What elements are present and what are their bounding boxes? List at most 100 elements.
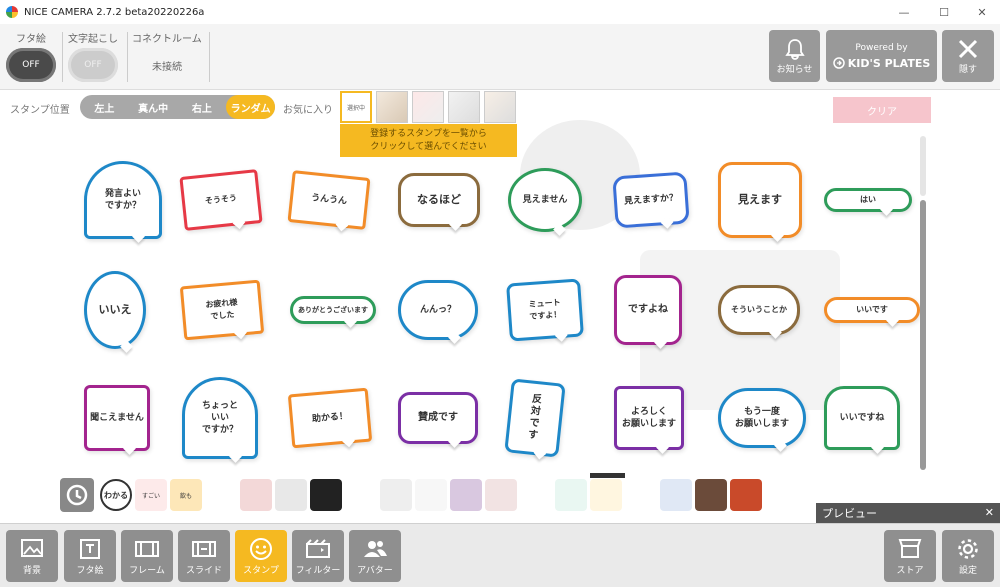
tray-stamp-thumbnail[interactable] (660, 479, 692, 511)
stamp-item[interactable]: いいです (824, 297, 920, 323)
tray-stamp-thumbnail[interactable] (555, 479, 587, 511)
stamp-item[interactable]: 賛成です (398, 392, 478, 444)
tray-stamp-label: すごい (141, 492, 160, 500)
kids-plates-button[interactable]: Powered by KID'S PLATES (826, 30, 937, 82)
frame-icon (135, 540, 159, 557)
stamp-item[interactable]: ミュート ですよ！ (506, 278, 584, 342)
position-center[interactable]: 真ん中 (129, 95, 178, 119)
tray-stamp-thumbnail[interactable] (485, 479, 517, 511)
tray-stamp-label: わかる (104, 490, 128, 500)
stamp-item[interactable]: ちょっと いい ですか？ (182, 377, 258, 459)
app-logo-icon (6, 6, 18, 18)
stamp-tray: わかる すごい 飲も (60, 473, 820, 517)
stamp-item[interactable]: なるほど (398, 173, 480, 227)
tray-stamp-thumbnail[interactable] (695, 479, 727, 511)
tray-stamp-thumbnail[interactable] (380, 479, 412, 511)
stamp-item[interactable]: そういうことか (718, 285, 800, 335)
favorite-slot[interactable]: 選択中 (340, 91, 372, 123)
nav-filter[interactable]: フィルター (292, 530, 344, 582)
bell-icon (784, 38, 805, 60)
stamp-text: 発言よい ですか？ (104, 189, 141, 211)
connect-label: コネクトルーム (132, 34, 202, 45)
stamp-item[interactable]: はい (824, 188, 912, 212)
nav-slide[interactable]: スライド (178, 530, 230, 582)
store-button[interactable]: ストア (884, 530, 936, 582)
tray-stamp-thumbnail[interactable]: 飲も (170, 479, 202, 511)
stamp-text: 反 対 で す (527, 393, 543, 442)
stamp-item[interactable]: 見えません (508, 168, 582, 232)
tray-stamp-thumbnail[interactable] (450, 479, 482, 511)
nav-stamp[interactable]: スタンプ (235, 530, 287, 582)
favorite-slot[interactable] (448, 91, 480, 123)
stamp-text: 見えますか？ (623, 193, 679, 207)
nav-lid[interactable]: フタ絵 (64, 530, 116, 582)
favorite-slot[interactable] (412, 91, 444, 123)
lid-toggle[interactable]: OFF (6, 48, 56, 82)
gear-icon (958, 538, 978, 559)
history-button[interactable] (60, 478, 94, 512)
close-window-button[interactable]: ✕ (966, 0, 998, 24)
hide-label: 隠す (958, 64, 977, 75)
tray-indicator (590, 473, 625, 478)
tray-stamp-thumbnail[interactable]: わかる (100, 479, 132, 511)
stamp-item[interactable]: お疲れ様 でした (179, 279, 265, 341)
divider (209, 32, 210, 82)
tray-stamp-label: 飲も (179, 492, 192, 500)
favorite-slot[interactable] (484, 91, 516, 123)
connect-status: 未接続 (152, 62, 182, 73)
tray-stamp-thumbnail[interactable] (240, 479, 272, 511)
stamp-text: ミュート ですよ！ (528, 297, 562, 322)
tray-stamp-thumbnail[interactable] (730, 479, 762, 511)
scrollbar-thumb[interactable] (920, 200, 926, 470)
hide-button[interactable]: 隠す (942, 30, 994, 82)
tray-stamp-thumbnail[interactable] (275, 479, 307, 511)
stamp-item[interactable]: 助かる！ (287, 387, 373, 449)
tray-stamp-thumbnail[interactable] (345, 479, 377, 511)
tray-stamp-thumbnail[interactable] (520, 479, 552, 511)
tray-stamp-thumbnail[interactable] (590, 479, 622, 511)
position-top-right[interactable]: 右上 (178, 95, 227, 119)
stamp-text: もう一度 お願いします (734, 407, 789, 429)
minimize-button[interactable]: — (888, 0, 920, 24)
notice-button[interactable]: お知らせ (769, 30, 820, 82)
favorite-slot[interactable] (376, 91, 408, 123)
stamp-item[interactable]: 反 対 で す (504, 378, 566, 458)
kids-plates-label: KID'S PLATES (847, 56, 931, 70)
tray-stamp-thumbnail[interactable] (625, 479, 657, 511)
stamp-item[interactable]: 見えます (718, 162, 802, 238)
stamp-item[interactable]: いいえ (84, 271, 146, 349)
clear-button[interactable]: クリア (833, 97, 931, 123)
stamp-text: そういうことか (731, 305, 787, 314)
maximize-button[interactable]: ☐ (928, 0, 960, 24)
stamp-item[interactable]: ですよね (614, 275, 682, 345)
nav-avatar[interactable]: アバター (349, 530, 401, 582)
stamp-text: いいえ (98, 303, 132, 316)
caption-toggle[interactable]: OFF (68, 48, 118, 82)
nav-background[interactable]: 背景 (6, 530, 58, 582)
position-top-left[interactable]: 左上 (80, 95, 129, 119)
stamp-item[interactable]: んんっ？ (398, 280, 478, 340)
preview-label: プレビュー (822, 507, 877, 520)
stamp-item[interactable]: そうそう (179, 169, 263, 231)
nav-frame[interactable]: フレーム (121, 530, 173, 582)
lid-label: フタ絵 (16, 34, 46, 45)
preview-close-icon[interactable]: ✕ (985, 506, 994, 519)
tray-stamp-thumbnail[interactable] (310, 479, 342, 511)
stamp-item[interactable]: いいですね (824, 386, 900, 450)
tray-stamp-thumbnail[interactable] (205, 479, 237, 511)
tray-stamp-thumbnail[interactable]: すごい (135, 479, 167, 511)
stamp-item[interactable]: ありがとうございます (290, 296, 376, 324)
stamp-item[interactable]: もう一度 お願いします (718, 388, 806, 448)
stamp-item[interactable]: うんうん (287, 170, 371, 230)
stamp-text: ですよね (628, 304, 668, 315)
tray-stamp-thumbnail[interactable] (415, 479, 447, 511)
stamp-item[interactable]: 聞こえません (84, 385, 150, 451)
nav-label: アバター (357, 565, 393, 576)
stamp-item[interactable]: 発言よい ですか？ (84, 161, 162, 239)
stamp-item[interactable]: 見えますか？ (612, 171, 690, 229)
stamp-item[interactable]: よろしく お願いします (614, 386, 684, 450)
settings-button[interactable]: 設定 (942, 530, 994, 582)
preview-panel[interactable]: プレビュー ✕ (816, 503, 1000, 523)
top-toolbar: フタ絵 OFF 文字起こし OFF コネクトルーム 未接続 お知らせ Power… (0, 24, 1000, 90)
position-random[interactable]: ランダム (226, 95, 275, 119)
